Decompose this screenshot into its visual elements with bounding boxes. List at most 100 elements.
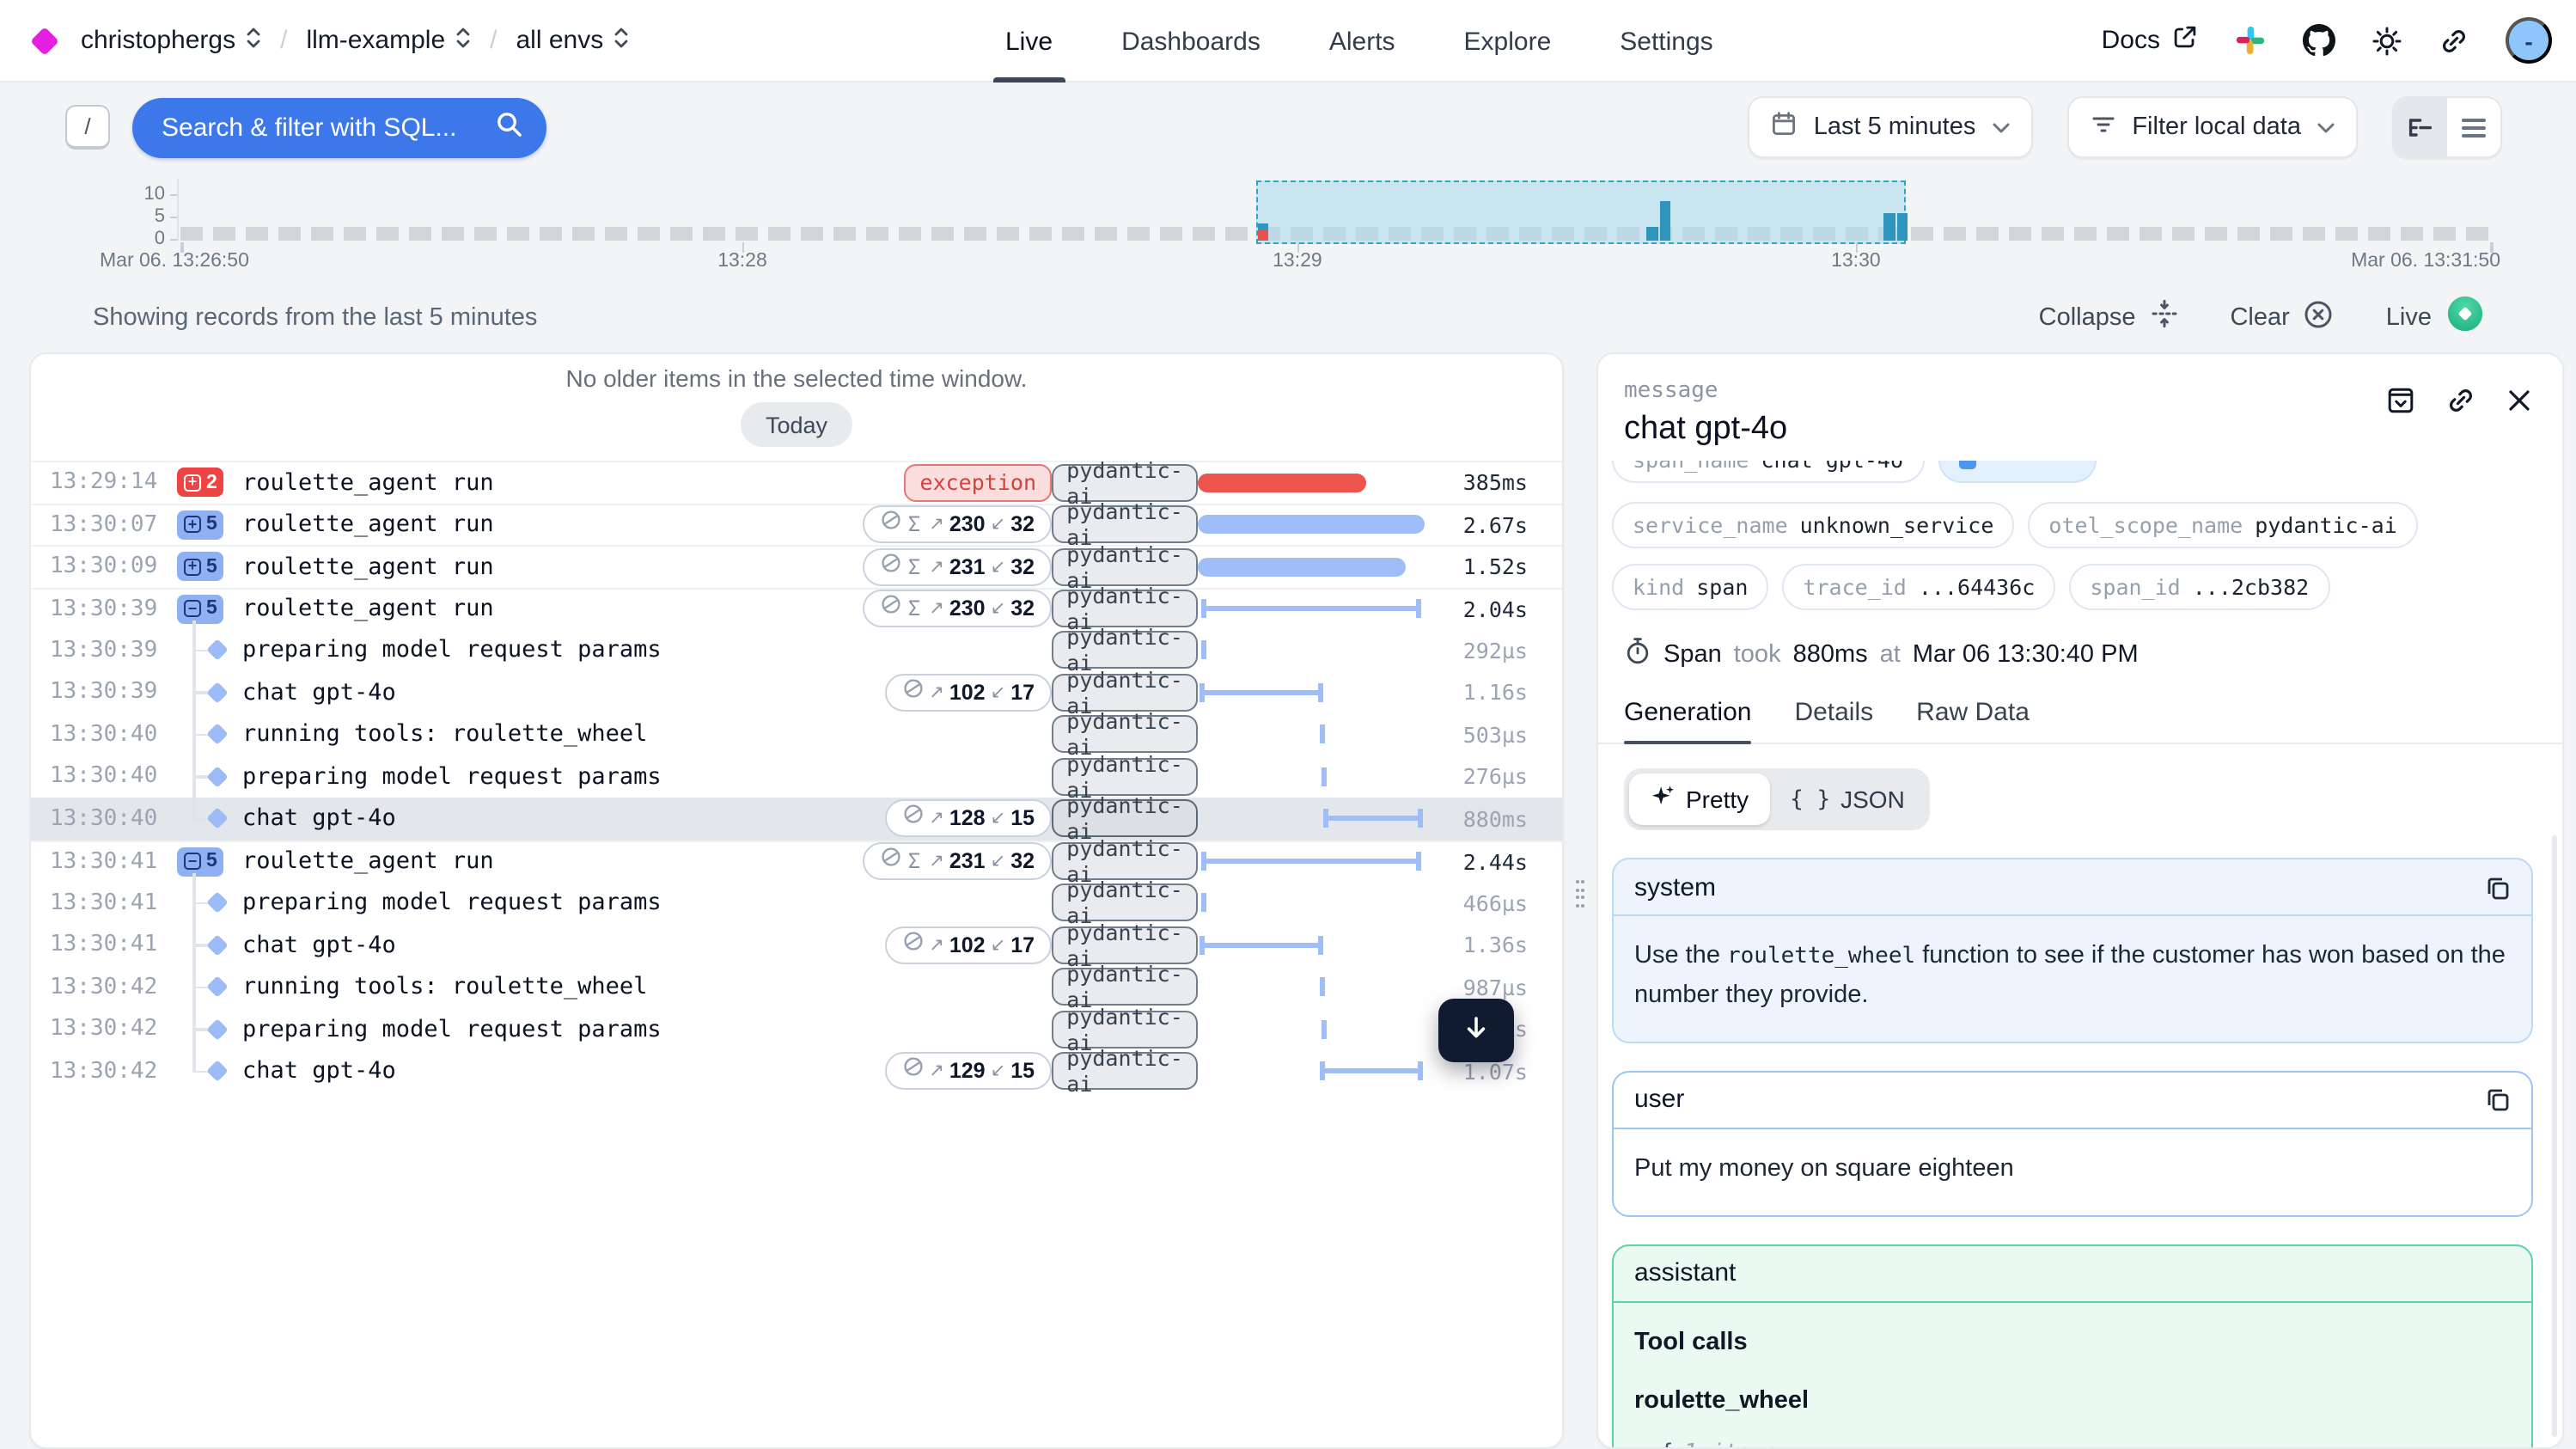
trace-row[interactable]: 13:29:14 +2 roulette_agent run exception… [31,461,1562,503]
panel-resize-handle[interactable] [1574,877,1588,914]
span-diamond-icon [206,639,228,661]
tab-alerts[interactable]: Alerts [1329,0,1395,83]
time-range-label: Last 5 minutes [1814,113,1976,141]
attribute-pill-service_name[interactable]: service_nameunknown_service [1612,502,2014,548]
scope-tag[interactable]: pydantic-ai [1051,758,1198,796]
tab-settings[interactable]: Settings [1620,0,1712,83]
scope-tag[interactable]: pydantic-ai [1051,926,1198,964]
scope-tag[interactable]: pydantic-ai [1051,969,1198,1006]
project-selector[interactable]: llm-example [306,25,471,56]
trace-row[interactable]: 13:30:39 chat gpt-4o ↗102↙17 pydantic-ai… [31,671,1562,713]
attribute-pill-span_name[interactable]: span_namechat gpt-4o [1612,461,1924,483]
trace-row[interactable]: 13:30:40 chat gpt-4o ↗128↙15 pydantic-ai… [31,798,1562,840]
trace-row[interactable]: 13:30:42 running tools: roulette_wheel p… [31,966,1562,1008]
attribute-pill-kind[interactable]: kindspan [1612,564,1768,610]
docs-label: Docs [2102,26,2160,55]
time-selection-region[interactable] [1256,180,1906,243]
list-view-toggle[interactable] [2447,98,2500,156]
trace-count-bar [1257,223,1268,229]
copy-icon[interactable] [2485,874,2511,900]
trace-row[interactable]: 13:30:40 running tools: roulette_wheel p… [31,713,1562,755]
scope-tag[interactable]: pydantic-ai [1051,884,1198,922]
trace-row[interactable]: 13:30:41 chat gpt-4o ↗102↙17 pydantic-ai… [31,924,1562,966]
tab-live[interactable]: Live [1005,0,1053,83]
span-name: roulette_agent run [235,596,794,623]
chevron-down-icon[interactable] [1634,1436,1650,1449]
expand-badge[interactable]: +5 [177,511,224,540]
attribute-pill-span_id[interactable]: span_id...2cb382 [2069,564,2329,610]
trace-row[interactable]: 13:30:39 preparing model request params … [31,629,1562,671]
live-toggle[interactable]: Live [2386,294,2485,340]
detail-tab-details[interactable]: Details [1794,698,1873,743]
updown-caret-icon [613,25,629,56]
archive-icon[interactable] [2385,385,2416,416]
row-timestamp: 13:30:40 [50,806,170,832]
tree-view-toggle[interactable] [2394,98,2447,156]
detail-tabs: Generation Details Raw Data [1598,698,2562,744]
expand-badge[interactable]: −5 [177,847,224,877]
primary-tabs: Live Dashboards Alerts Explore Settings [1005,0,1713,83]
search-button[interactable]: Search & filter with SQL... [132,97,546,157]
docs-link[interactable]: Docs [2102,24,2198,57]
scope-tag[interactable]: pydantic-ai [1051,716,1198,754]
duration-tick [1322,767,1327,786]
exception-tag[interactable]: exception [905,464,1052,502]
detail-scrollbar[interactable] [2551,835,2557,1437]
scope-tag[interactable]: pydantic-ai [1051,1053,1198,1091]
logfire-logo-icon[interactable] [30,26,59,55]
detail-tab-generation[interactable]: Generation [1624,698,1751,743]
env-selector[interactable]: all envs [516,25,630,56]
github-icon[interactable] [2303,24,2335,57]
trace-row[interactable]: 13:30:39 −5 roulette_agent run Σ ↗230↙32… [31,587,1562,629]
copy-icon[interactable] [2485,1087,2511,1113]
json-toggle[interactable]: { } JSON [1769,773,1926,825]
scope-tag[interactable]: pydantic-ai [1051,632,1198,669]
org-selector[interactable]: christophergs [81,25,261,56]
scope-tag[interactable]: pydantic-ai [1051,843,1198,881]
span-detail-panel: message chat gpt-4o span_namechat gpt-4o… [1596,352,2564,1449]
tab-explore[interactable]: Explore [1464,0,1552,83]
today-button[interactable]: Today [742,402,852,447]
theme-sun-icon[interactable] [2372,25,2402,56]
tree-line [192,798,195,819]
trace-row[interactable]: 13:30:09 +5 roulette_agent run Σ ↗231↙32… [31,545,1562,587]
collapse-button[interactable]: Collapse [2039,299,2179,335]
share-link-icon[interactable] [2439,25,2469,56]
scope-tag[interactable]: pydantic-ai [1051,548,1198,586]
y-tick [170,239,177,241]
expand-badge[interactable]: −5 [177,595,224,624]
tab-dashboards[interactable]: Dashboards [1121,0,1261,83]
row-duration: 503µs [1425,722,1528,748]
pretty-toggle[interactable]: Pretty [1629,773,1769,825]
copy-link-icon[interactable] [2445,385,2476,416]
filter-local-data-dropdown[interactable]: Filter local data [2066,96,2358,158]
trace-row[interactable]: 13:30:40 preparing model request params … [31,755,1562,798]
scope-tag[interactable]: pydantic-ai [1051,506,1198,544]
attribute-pill-clipped[interactable] [1938,461,2096,483]
trace-row[interactable]: 13:30:41 preparing model request params … [31,882,1562,924]
row-timestamp: 13:30:41 [50,890,170,916]
trace-row[interactable]: 13:30:42 chat gpt-4o ↗129↙15 pydantic-ai… [31,1050,1562,1092]
scope-tag[interactable]: pydantic-ai [1051,674,1198,712]
close-icon[interactable] [2506,387,2533,414]
attribute-pill-otel_scope_name[interactable]: otel_scope_namepydantic-ai [2028,502,2417,548]
trace-row[interactable]: 13:30:42 preparing model request params … [31,1008,1562,1050]
slack-icon[interactable] [2234,24,2267,57]
trace-row[interactable]: 13:30:07 +5 roulette_agent run Σ ↗230↙32… [31,503,1562,545]
scope-tag[interactable]: pydantic-ai [1051,590,1198,628]
user-avatar[interactable]: - [2506,17,2552,64]
expand-badge[interactable]: +5 [177,553,224,582]
scope-tag[interactable]: pydantic-ai [1051,800,1198,838]
span-name: chat gpt-4o [235,1058,794,1085]
scope-tag[interactable]: pydantic-ai [1051,1011,1198,1049]
expand-badge[interactable]: +2 [177,468,224,498]
attribute-pill-trace_id[interactable]: trace_id...64436c [1782,564,2055,610]
span-name: roulette_agent run [235,469,794,497]
trace-row[interactable]: 13:30:41 −5 roulette_agent run Σ ↗231↙32… [31,840,1562,882]
time-range-dropdown[interactable]: Last 5 minutes [1749,96,2033,158]
scope-tag[interactable]: pydantic-ai [1051,464,1198,502]
detail-tab-raw-data[interactable]: Raw Data [1916,698,2030,743]
clear-button[interactable]: Clear [2230,298,2334,336]
scroll-to-bottom-button[interactable] [1438,999,1514,1062]
summary-span-word: Span [1663,640,1722,668]
